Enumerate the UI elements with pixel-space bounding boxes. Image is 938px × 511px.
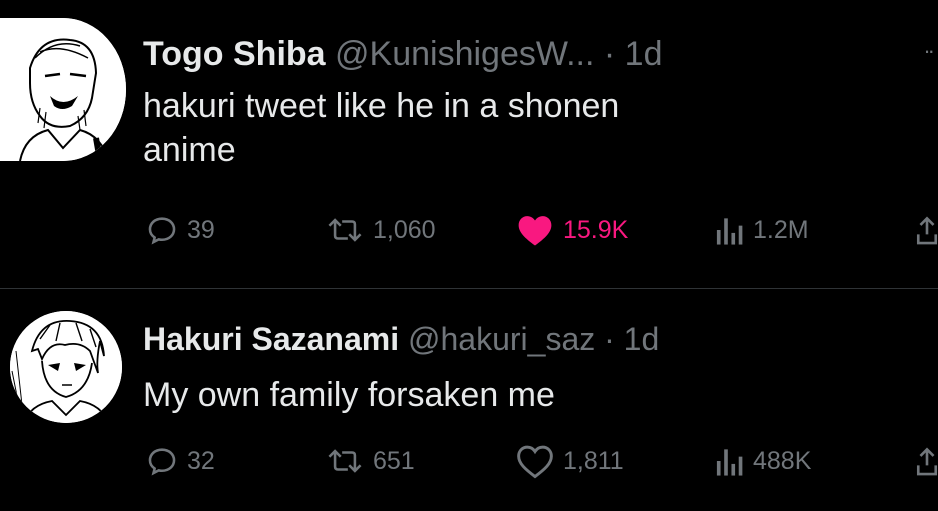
more-icon[interactable]: ··	[923, 38, 935, 64]
user-handle[interactable]: @hakuri_saz	[408, 321, 595, 357]
like-count: 1,811	[563, 446, 624, 475]
reply-icon	[148, 217, 176, 245]
retweet-icon	[328, 218, 362, 242]
reply-count: 32	[187, 446, 215, 475]
reply-count: 39	[187, 215, 215, 244]
share-button[interactable]	[915, 210, 938, 250]
like-count: 15.9K	[563, 215, 629, 244]
views-icon	[716, 449, 743, 476]
timestamp[interactable]: 1d	[624, 321, 660, 357]
display-name[interactable]: Togo Shiba	[143, 35, 326, 73]
retweet-icon	[328, 449, 362, 473]
action-bar: 39 1,060 15.9K 1.2M	[145, 210, 938, 250]
reply-icon	[148, 448, 176, 476]
avatar[interactable]	[10, 311, 122, 423]
like-icon	[518, 216, 552, 246]
views-button[interactable]: 488K	[715, 441, 811, 481]
views-button[interactable]: 1.2M	[715, 210, 809, 250]
like-button[interactable]: 1,811	[515, 441, 624, 481]
share-button[interactable]	[915, 441, 938, 481]
separator-dot: ·	[604, 321, 615, 357]
separator-dot: ·	[603, 35, 616, 73]
like-button[interactable]: 15.9K	[515, 210, 628, 250]
tweet[interactable]: Togo Shiba @KunishigesW... · 1d ·· hakur…	[0, 0, 938, 288]
timestamp[interactable]: 1d	[625, 35, 663, 73]
share-icon	[916, 447, 938, 476]
reply-button[interactable]: 39	[145, 210, 215, 250]
views-count: 1.2M	[753, 215, 809, 244]
tweet-text: My own family forsaken me	[143, 376, 555, 414]
action-bar: 32 651 1,811 488K	[145, 441, 938, 481]
views-count: 488K	[753, 446, 812, 475]
views-icon	[716, 218, 743, 245]
retweet-button[interactable]: 1,060	[325, 210, 436, 250]
like-icon	[517, 445, 553, 479]
retweet-count: 651	[373, 446, 415, 475]
share-icon	[916, 216, 938, 245]
manga-boy-avatar-icon	[10, 311, 122, 423]
user-handle[interactable]: @KunishigesW...	[335, 35, 594, 73]
display-name[interactable]: Hakuri Sazanami	[143, 321, 399, 357]
tweet[interactable]: Hakuri Sazanami @hakuri_saz · 1d My own …	[0, 289, 938, 511]
avatar[interactable]	[0, 18, 126, 161]
tweet-header: Hakuri Sazanami @hakuri_saz · 1d	[143, 319, 659, 359]
retweet-count: 1,060	[373, 215, 436, 244]
tweet-header: Togo Shiba @KunishigesW... · 1d	[143, 34, 663, 74]
manga-man-avatar-icon	[0, 18, 126, 161]
reply-button[interactable]: 32	[145, 441, 215, 481]
tweet-text: hakuri tweet like he in a shonen anime	[143, 87, 620, 169]
retweet-button[interactable]: 651	[325, 441, 415, 481]
